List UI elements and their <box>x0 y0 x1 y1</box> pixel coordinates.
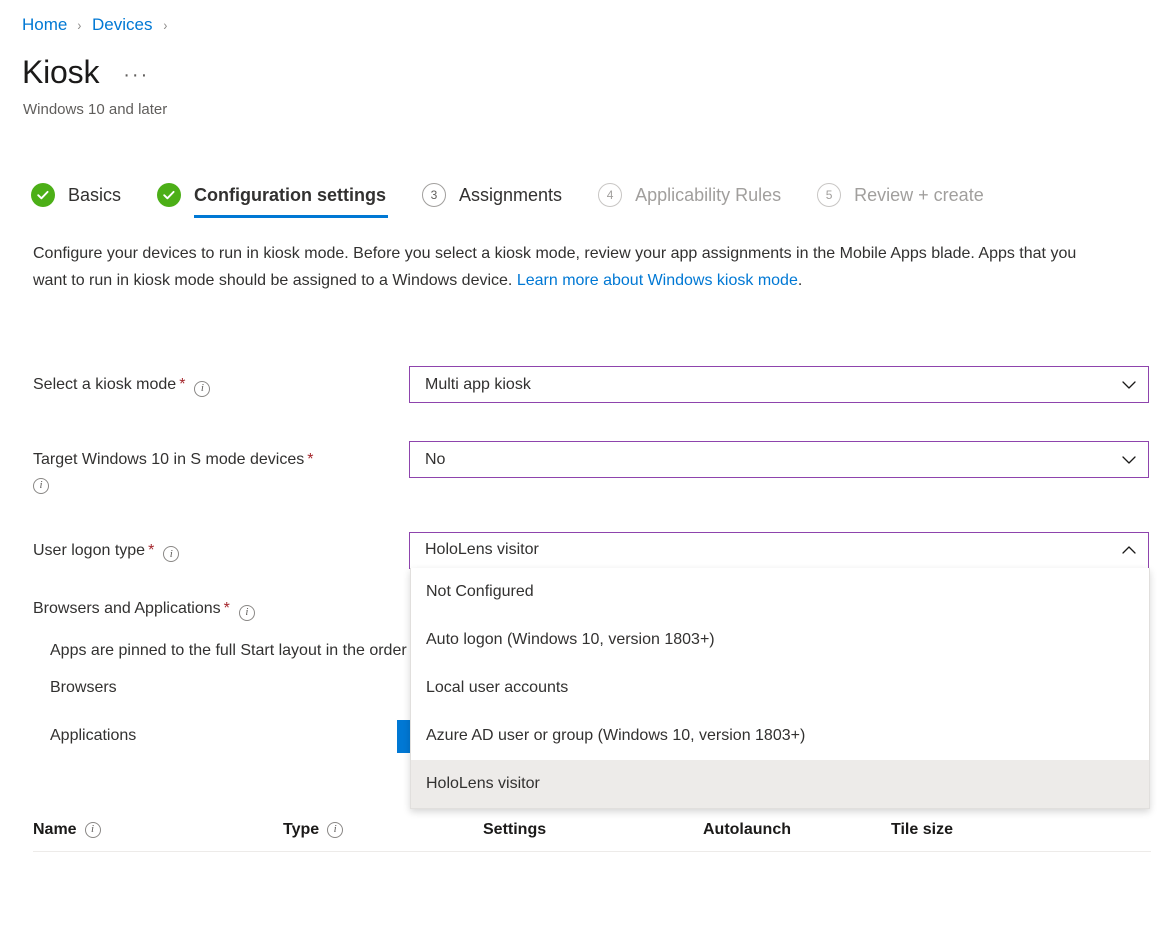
info-icon[interactable]: i <box>239 605 255 621</box>
column-header-label: Settings <box>483 821 546 839</box>
browsers-applications-label-text: Browsers and Applications <box>33 600 221 617</box>
wizard-step-review-create[interactable]: 5 Review + create <box>817 172 986 218</box>
wizard-step-label: Applicability Rules <box>635 183 781 207</box>
step-number-badge: 3 <box>422 183 446 207</box>
column-header-settings[interactable]: Settings <box>483 821 703 839</box>
step-number-badge: 4 <box>598 183 622 207</box>
description-text-end: . <box>798 272 802 289</box>
user-logon-type-dropdown[interactable]: HoloLens visitor <box>409 532 1149 569</box>
required-asterisk: * <box>307 451 313 468</box>
column-header-label: Type <box>283 821 319 839</box>
column-header-label: Tile size <box>891 821 953 839</box>
browsers-row-label: Browsers <box>50 677 117 699</box>
field-select-kiosk-mode: Select a kiosk mode* i Multi app kiosk <box>33 366 1151 403</box>
field-label-text: User logon type <box>33 542 145 559</box>
s-mode-dropdown[interactable]: No <box>409 441 1149 478</box>
column-header-tile-size[interactable]: Tile size <box>891 821 1071 839</box>
wizard-step-label: Basics <box>68 183 121 207</box>
wizard-step-basics[interactable]: Basics <box>31 172 123 218</box>
column-header-label: Name <box>33 821 77 839</box>
kiosk-mode-value: Multi app kiosk <box>425 377 1121 393</box>
dropdown-option-auto-logon[interactable]: Auto logon (Windows 10, version 1803+) <box>411 616 1149 664</box>
kiosk-mode-dropdown[interactable]: Multi app kiosk <box>409 366 1149 403</box>
info-icon[interactable]: i <box>194 381 210 397</box>
field-target-s-mode: Target Windows 10 in S mode devices* i No <box>33 441 1151 494</box>
column-header-autolaunch[interactable]: Autolaunch <box>703 821 891 839</box>
step-number-badge: 5 <box>817 183 841 207</box>
chevron-right-icon: › <box>78 14 82 36</box>
dropdown-option-azure-ad-user-or-group[interactable]: Azure AD user or group (Windows 10, vers… <box>411 712 1149 760</box>
dropdown-option-not-configured[interactable]: Not Configured <box>411 568 1149 616</box>
field-label-text: Select a kiosk mode <box>33 376 176 393</box>
info-icon[interactable]: i <box>85 822 101 838</box>
field-label: Target Windows 10 in S mode devices* i <box>33 441 409 494</box>
wizard-step-label: Review + create <box>854 183 984 207</box>
field-label: User logon type* i <box>33 532 409 563</box>
info-icon[interactable]: i <box>33 478 49 494</box>
breadcrumb-item-devices[interactable]: Devices <box>92 14 152 36</box>
applications-table: Name i Type i Settings Autolaunch Tile s… <box>33 808 1151 852</box>
field-user-logon-type: User logon type* i HoloLens visitor <box>33 532 1151 569</box>
wizard-step-label: Configuration settings <box>194 183 386 207</box>
breadcrumb: Home › Devices › <box>22 14 177 36</box>
applications-row-label: Applications <box>50 725 136 747</box>
page-header: Kiosk ··· <box>22 52 153 92</box>
column-header-label: Autolaunch <box>703 821 791 839</box>
more-options-icon[interactable]: ··· <box>119 62 153 89</box>
dropdown-option-hololens-visitor[interactable]: HoloLens visitor <box>411 760 1149 808</box>
required-asterisk: * <box>148 542 154 559</box>
wizard-step-configuration-settings[interactable]: Configuration settings <box>157 172 388 218</box>
wizard-step-label: Assignments <box>459 183 562 207</box>
table-header-row: Name i Type i Settings Autolaunch Tile s… <box>33 808 1151 852</box>
page-title: Kiosk <box>22 52 99 92</box>
breadcrumb-item-home[interactable]: Home <box>22 14 67 36</box>
required-asterisk: * <box>179 376 185 393</box>
column-header-name[interactable]: Name i <box>33 821 283 839</box>
column-header-type[interactable]: Type i <box>283 821 483 839</box>
user-logon-type-options-list: Not Configured Auto logon (Windows 10, v… <box>410 568 1150 809</box>
chevron-down-icon <box>1121 452 1137 468</box>
wizard-step-applicability-rules[interactable]: 4 Applicability Rules <box>598 172 783 218</box>
chevron-down-icon <box>1121 377 1137 393</box>
page-description: Configure your devices to run in kiosk m… <box>33 240 1103 294</box>
check-circle-icon <box>31 183 55 207</box>
s-mode-value: No <box>425 452 1121 468</box>
wizard-steps: Basics Configuration settings 3 Assignme… <box>31 172 1020 218</box>
dropdown-option-local-user-accounts[interactable]: Local user accounts <box>411 664 1149 712</box>
learn-more-kiosk-link[interactable]: Learn more about Windows kiosk mode <box>517 272 798 289</box>
wizard-step-assignments[interactable]: 3 Assignments <box>422 172 564 218</box>
chevron-right-icon: › <box>163 14 167 36</box>
field-label: Select a kiosk mode* i <box>33 366 409 397</box>
check-circle-icon <box>157 183 181 207</box>
info-icon[interactable]: i <box>163 546 179 562</box>
chevron-up-icon <box>1121 542 1137 558</box>
active-step-underline <box>194 215 388 218</box>
info-icon[interactable]: i <box>327 822 343 838</box>
user-logon-type-value: HoloLens visitor <box>425 542 1121 558</box>
page-subtitle: Windows 10 and later <box>23 100 167 120</box>
field-label-text: Target Windows 10 in S mode devices <box>33 451 304 468</box>
required-asterisk: * <box>224 600 230 617</box>
